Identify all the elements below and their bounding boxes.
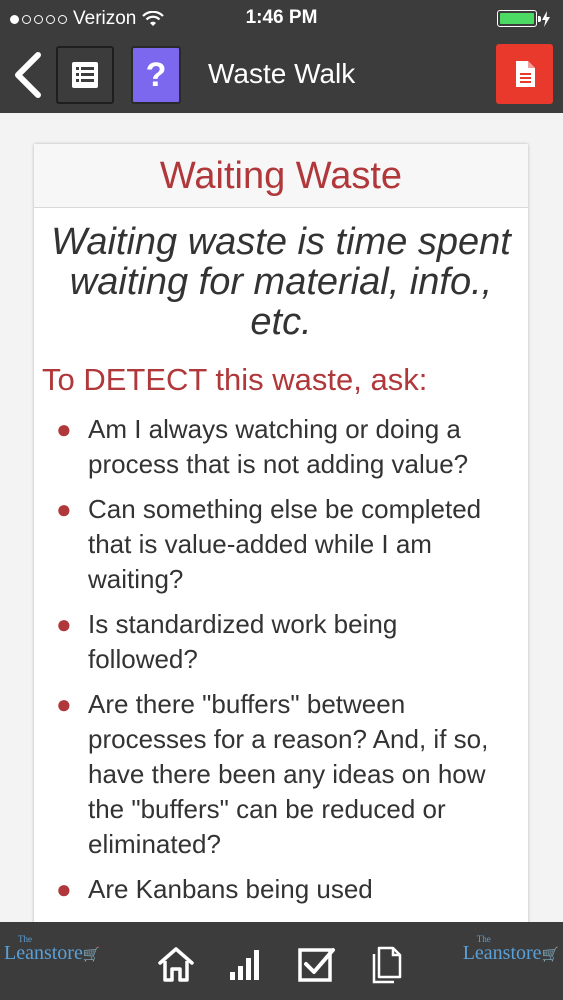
question-list: ● Am I always watching or doing a process…: [34, 412, 528, 907]
nav-bar: ? Waste Walk: [0, 36, 563, 113]
battery-icon: [497, 10, 541, 27]
card-title: Waiting Waste: [34, 144, 528, 208]
cart-icon: 🛒: [541, 948, 559, 963]
status-time: 1:46 PM: [245, 7, 318, 28]
chevron-left-icon: [15, 52, 41, 98]
status-right: [497, 10, 551, 27]
content-area[interactable]: Waiting Waste Waiting waste is time spen…: [0, 113, 563, 922]
help-button[interactable]: ?: [131, 46, 181, 104]
list-item: ● Are Kanbans being used: [56, 872, 508, 907]
nav-title: Waste Walk: [208, 58, 356, 89]
bullet-icon: ●: [56, 689, 72, 719]
home-icon: [158, 947, 194, 982]
tab-stats[interactable]: [228, 946, 268, 986]
checkbox-icon: [298, 948, 335, 982]
back-button[interactable]: [10, 51, 46, 99]
leanstore-logo: The Leanstore🛒: [4, 934, 101, 964]
document-icon: [515, 61, 535, 87]
waste-card: Waiting Waste Waiting waste is time spen…: [34, 144, 528, 922]
list-icon: [72, 62, 98, 88]
tab-home[interactable]: [157, 946, 197, 986]
status-bar: Verizon 1:46 PM: [0, 0, 563, 36]
charging-icon: [542, 10, 550, 27]
tab-checklist[interactable]: [298, 946, 338, 986]
list-item: ● Am I always watching or doing a process…: [56, 414, 469, 479]
cart-icon: 🛒: [82, 948, 101, 963]
tab-bar: The Leanstore🛒 The Leanstore🛒: [0, 922, 563, 1000]
list-item: ● Are there "buffers" between processes f…: [56, 689, 489, 859]
bullet-icon: ●: [56, 414, 72, 444]
document-button[interactable]: [496, 44, 553, 104]
list-item: ● Can something else be completed that is…: [56, 494, 482, 594]
tab-documents[interactable]: [370, 946, 410, 986]
list-button[interactable]: [56, 46, 114, 104]
leanstore-logo-right: The Leanstore🛒: [462, 934, 559, 964]
detect-heading: To DETECT this waste, ask:: [42, 362, 428, 397]
bullet-icon: ●: [56, 494, 72, 524]
stats-icon: [230, 950, 259, 980]
waste-definition: Waiting waste is time spent waiting for …: [51, 221, 511, 343]
bullet-icon: ●: [56, 874, 72, 904]
documents-icon: [372, 946, 402, 984]
bullet-icon: ●: [56, 609, 72, 639]
list-item: ● Is standardized work being followed?: [56, 609, 398, 674]
